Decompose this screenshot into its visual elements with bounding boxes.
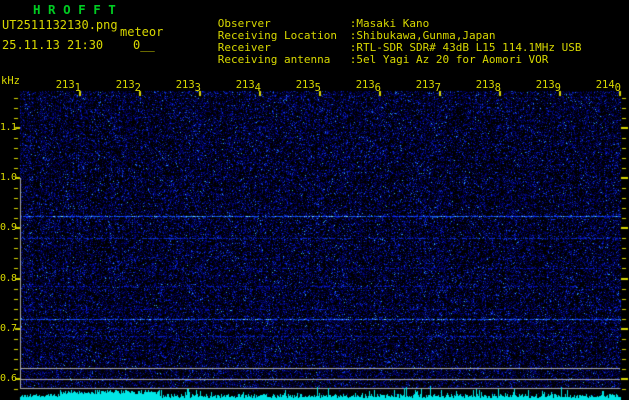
time-axis-label: 2132 xyxy=(111,79,141,94)
time-label-head: 213 xyxy=(415,79,435,91)
time-label-head: 213 xyxy=(475,79,495,91)
time-axis-label: 2137 xyxy=(411,79,441,94)
time-label-minute-digit: 7 xyxy=(434,82,441,94)
frequency-axis-label: 1.1 xyxy=(0,122,17,133)
time-label-head: 213 xyxy=(115,79,135,91)
time-axis-label: 2139 xyxy=(531,79,561,94)
time-axis-label: 2135 xyxy=(291,79,321,94)
time-label-minute-digit: 4 xyxy=(254,82,261,94)
y-axis-unit: kHz xyxy=(1,75,20,87)
time-label-minute-digit: 1 xyxy=(74,82,81,94)
time-label-minute-digit: 9 xyxy=(554,82,561,94)
time-axis-label: 2134 xyxy=(231,79,261,94)
time-label-head: 213 xyxy=(175,79,195,91)
time-label-minute-digit: 8 xyxy=(494,82,501,94)
output-filename: UT2511132130.png xyxy=(2,18,118,32)
frequency-axis-label: 1.0 xyxy=(0,172,17,183)
time-axis-label: 2138 xyxy=(471,79,501,94)
time-axis-label: 2131 xyxy=(51,79,81,94)
frequency-axis-label: 0.8 xyxy=(0,273,17,284)
frequency-axis-label: 0.6 xyxy=(0,373,17,384)
time-axis-label: 2136 xyxy=(351,79,381,94)
app-title: H R O F F T xyxy=(33,2,116,17)
hrofft-output: H R O F F T UT2511132130.png meteor 25.1… xyxy=(0,0,629,400)
time-label-minute-digit: 3 xyxy=(194,82,201,94)
time-label-head: 213 xyxy=(55,79,75,91)
timestamp: 25.11.13 21:30 xyxy=(2,38,104,52)
info-label: Receiving antenna xyxy=(217,53,331,66)
time-axis-label: 2140 xyxy=(591,79,621,94)
frequency-axis-label: 0.9 xyxy=(0,222,17,233)
time-label-minute-digit: 2 xyxy=(134,82,141,94)
time-label-minute-digit: 0 xyxy=(614,82,621,94)
time-label-head: 213 xyxy=(235,79,255,91)
time-label-head: 213 xyxy=(355,79,375,91)
frequency-axis-label: 0.7 xyxy=(0,323,17,334)
time-label-minute-digit: 5 xyxy=(314,82,321,94)
info-row-antenna: Receiving antenna :5el Yagi Az 20 for Aom… xyxy=(178,40,549,79)
time-label-head: 214 xyxy=(595,79,615,91)
time-label-head: 213 xyxy=(535,79,555,91)
info-value: :5el Yagi Az 20 for Aomori VOR xyxy=(349,53,549,66)
echo-count: 0__ xyxy=(133,38,155,52)
time-label-head: 213 xyxy=(295,79,315,91)
time-label-minute-digit: 6 xyxy=(374,82,381,94)
time-axis-label: 2133 xyxy=(171,79,201,94)
